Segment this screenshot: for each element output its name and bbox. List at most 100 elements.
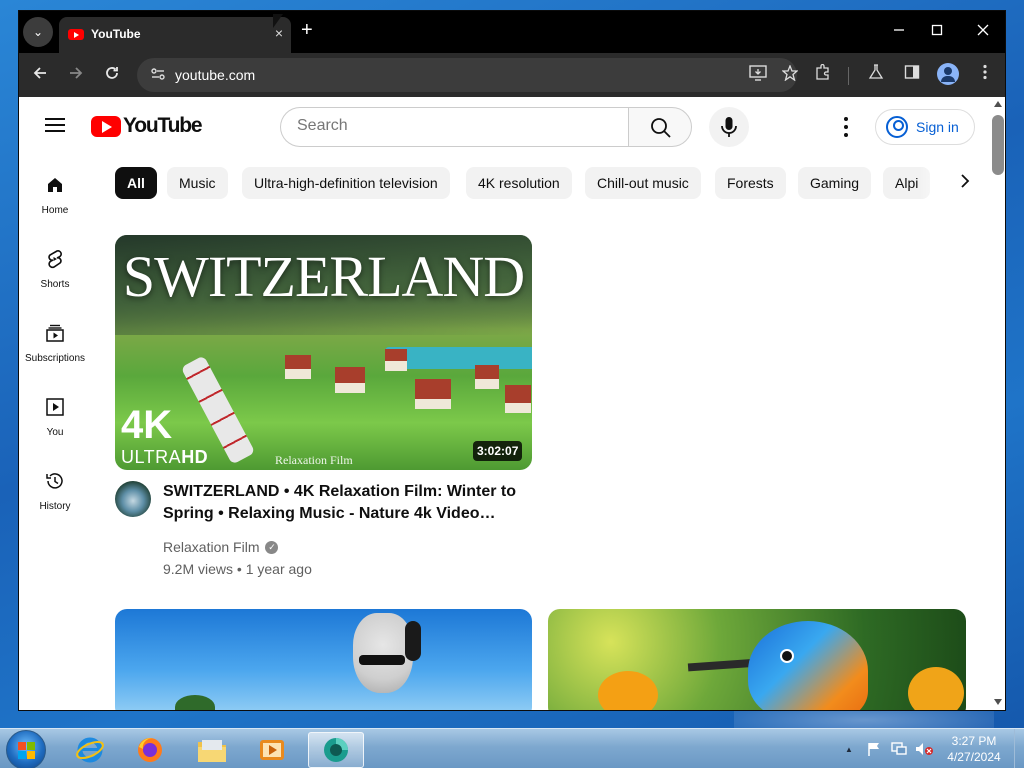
sidebar-item-history[interactable]: History bbox=[19, 463, 91, 527]
address-bar[interactable]: youtube.com bbox=[137, 58, 799, 92]
flag-icon bbox=[868, 743, 879, 756]
browser-window: ⌄ YouTube × + youtube.com YouTube Search… bbox=[18, 10, 1006, 711]
page-scrollbar[interactable] bbox=[989, 97, 1005, 710]
taskbar-firefox[interactable] bbox=[122, 732, 178, 768]
chip-all[interactable]: All bbox=[115, 167, 157, 199]
youtube-favicon-icon bbox=[68, 29, 84, 40]
settings-menu-icon[interactable] bbox=[839, 116, 853, 138]
sidebar-toggle-icon bbox=[904, 65, 920, 79]
profile-avatar-icon[interactable] bbox=[937, 63, 959, 85]
forward-arrow-icon bbox=[70, 67, 83, 79]
thumbnail-palm bbox=[175, 695, 215, 710]
chip-forests[interactable]: Forests bbox=[715, 167, 786, 199]
taskbar-file-explorer[interactable] bbox=[184, 732, 240, 768]
thumbnail-title-text: SWITZERLAND bbox=[122, 244, 525, 309]
back-arrow-icon bbox=[33, 67, 46, 79]
hamburger-menu-icon[interactable] bbox=[45, 118, 65, 132]
tab-strip: ⌄ YouTube × + bbox=[19, 11, 1005, 53]
bookmark-star-icon[interactable] bbox=[779, 64, 801, 86]
scrollbar-thumb[interactable] bbox=[992, 115, 1004, 175]
taskbar-chrome-beta[interactable] bbox=[308, 732, 364, 768]
chip-bar: All Music Ultra-high-definition televisi… bbox=[115, 167, 975, 199]
speaker-muted-icon bbox=[916, 743, 933, 755]
network-icon[interactable] bbox=[890, 741, 908, 760]
channel-avatar[interactable] bbox=[115, 481, 151, 517]
tab-youtube[interactable]: YouTube × bbox=[59, 17, 291, 53]
sidebar-item-shorts[interactable]: Shorts bbox=[19, 241, 91, 305]
tray-overflow-arrow[interactable]: ▲ bbox=[845, 745, 853, 754]
taskbar: ▲ 3:27 PM 4/27/2024 bbox=[0, 728, 1024, 768]
sign-in-button[interactable]: Sign in bbox=[875, 109, 975, 145]
search-button[interactable] bbox=[628, 107, 692, 147]
video-thumbnail-kingfisher[interactable] bbox=[548, 609, 966, 710]
install-app-icon[interactable] bbox=[747, 65, 769, 86]
action-center-flag-icon[interactable] bbox=[866, 741, 882, 760]
taskbar-media-player[interactable] bbox=[244, 732, 300, 768]
media-player-icon bbox=[260, 740, 284, 760]
taskbar-internet-explorer[interactable] bbox=[62, 732, 118, 768]
back-button[interactable] bbox=[27, 63, 53, 85]
chip-gaming[interactable]: Gaming bbox=[798, 167, 872, 199]
internet-explorer-icon bbox=[76, 737, 104, 763]
side-panel-icon[interactable] bbox=[900, 64, 924, 85]
sidebar-item-home[interactable]: Home bbox=[19, 167, 91, 231]
chip-next-button[interactable] bbox=[951, 169, 979, 197]
show-desktop-button[interactable] bbox=[1014, 729, 1024, 768]
sidebar-item-subscriptions[interactable]: Subscriptions bbox=[19, 315, 91, 379]
labs-icon[interactable] bbox=[864, 64, 888, 85]
clock-date: 4/27/2024 bbox=[947, 750, 1001, 764]
chip-music[interactable]: Music bbox=[167, 167, 228, 199]
sidebar-label: Shorts bbox=[40, 279, 70, 290]
sidebar-label: History bbox=[39, 501, 71, 512]
site-info-icon[interactable] bbox=[149, 66, 167, 84]
extensions-icon[interactable] bbox=[811, 63, 835, 85]
volume-muted-icon[interactable] bbox=[914, 741, 934, 760]
url-text[interactable]: youtube.com bbox=[175, 67, 255, 83]
thumbnail-person bbox=[353, 613, 413, 693]
thumbnail-watermark: Relaxation Film bbox=[275, 453, 353, 467]
video-thumbnail[interactable]: SWITZERLAND 4K ULTRAHD Relaxation Film 3… bbox=[115, 235, 532, 470]
chip-uhd-television[interactable]: Ultra-high-definition television bbox=[242, 167, 450, 199]
thumbnail-flower bbox=[598, 671, 658, 710]
shorts-icon bbox=[48, 250, 62, 269]
thumbnail-ultrahd-badge: ULTRAHD bbox=[121, 447, 208, 468]
account-icon bbox=[886, 116, 908, 138]
tune-icon bbox=[151, 68, 165, 80]
network-computer-icon bbox=[891, 742, 907, 755]
close-window-button[interactable] bbox=[965, 19, 1001, 41]
search-input[interactable] bbox=[297, 117, 607, 135]
browser-menu-icon[interactable] bbox=[973, 64, 997, 85]
flask-icon bbox=[868, 64, 884, 79]
thumbnail-bird bbox=[748, 621, 868, 710]
verified-check-icon: ✓ bbox=[265, 540, 279, 554]
firefox-icon bbox=[138, 738, 162, 762]
thumbnail-village bbox=[265, 345, 532, 425]
youtube-logo[interactable]: YouTube bbox=[91, 114, 203, 137]
thumbnail-4k-badge: 4K bbox=[121, 403, 173, 447]
scroll-down-arrow-icon[interactable] bbox=[994, 699, 1002, 705]
video-title[interactable]: SWITZERLAND • 4K Relaxation Film: Winter… bbox=[163, 481, 523, 525]
channel-name[interactable]: Relaxation Film ✓ bbox=[163, 539, 279, 555]
new-tab-button[interactable]: + bbox=[301, 20, 313, 40]
reload-icon bbox=[106, 67, 118, 79]
ultra-text: ULTRA bbox=[121, 447, 182, 467]
maximize-icon bbox=[931, 24, 943, 36]
scroll-up-arrow-icon[interactable] bbox=[994, 101, 1002, 107]
start-button[interactable] bbox=[6, 730, 46, 768]
video-thumbnail-old-man-headphones[interactable] bbox=[115, 609, 532, 710]
reload-button[interactable] bbox=[99, 63, 125, 85]
minimize-icon bbox=[894, 29, 904, 31]
voice-search-button[interactable] bbox=[709, 107, 749, 147]
system-clock[interactable]: 3:27 PM 4/27/2024 bbox=[942, 733, 1006, 765]
youtube-play-icon bbox=[91, 115, 121, 137]
minimize-button[interactable] bbox=[881, 19, 917, 41]
toolbar-separator bbox=[848, 67, 849, 85]
forward-button[interactable] bbox=[63, 63, 89, 85]
windows-logo-icon bbox=[18, 742, 36, 760]
chip-chill-out-music[interactable]: Chill-out music bbox=[585, 167, 701, 199]
sidebar-item-you[interactable]: You bbox=[19, 389, 91, 453]
tab-search-button[interactable]: ⌄ bbox=[23, 17, 53, 47]
video-metadata: 9.2M views • 1 year ago bbox=[163, 561, 312, 577]
chip-4k-resolution[interactable]: 4K resolution bbox=[466, 167, 572, 199]
maximize-button[interactable] bbox=[919, 19, 955, 41]
